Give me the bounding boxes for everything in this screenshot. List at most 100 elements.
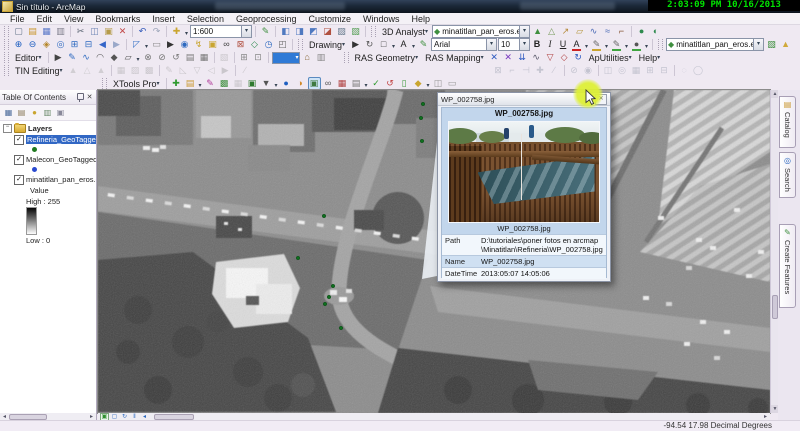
viewer-window-icon[interactable]: ◰ — [276, 38, 289, 51]
toolbar-grip[interactable] — [4, 26, 9, 37]
toolbar-grip[interactable] — [4, 39, 9, 50]
copy-icon[interactable]: ◫ — [88, 25, 101, 38]
xtools-monitor-icon[interactable]: ▣ — [308, 77, 321, 90]
toc-root-layers[interactable]: −Layers — [0, 123, 96, 134]
rotate-icon[interactable]: ↻ — [363, 38, 376, 51]
flow-path-icon[interactable]: ◇ — [558, 51, 571, 64]
tin-editing-menu[interactable]: TIN Editing▾ — [12, 66, 66, 76]
symbol-color-swatch[interactable]: ▾ — [272, 52, 300, 64]
cut-fill-icon[interactable]: ▱ — [573, 25, 586, 38]
layer-checkbox[interactable]: ✓ — [14, 175, 24, 185]
xtools-calculator-icon[interactable]: ▦ — [336, 77, 349, 90]
map-scale-combo[interactable]: 1:600▾ — [190, 25, 252, 38]
sketch-properties-icon[interactable]: ▦ — [198, 51, 211, 64]
search-window-icon[interactable]: ◩ — [307, 25, 320, 38]
reshape-feature-icon[interactable]: ▱▾ — [122, 51, 135, 64]
toc-layer-row[interactable]: ✓minatitlan_pan_eros.ecw — [0, 174, 96, 185]
assign-river-icon[interactable]: ✕ — [488, 51, 501, 64]
time-slider-icon[interactable]: ◷ — [262, 38, 275, 51]
rotate-tool-icon[interactable]: ↺ — [170, 51, 183, 64]
profile-graph-icon[interactable]: ∿ — [587, 25, 600, 38]
collapse-icon[interactable]: − — [3, 124, 12, 133]
3d-analyst-menu[interactable]: 3D Analyst▾ — [379, 27, 431, 37]
catalog-window-icon[interactable]: ◨ — [293, 25, 306, 38]
italic-button[interactable]: I — [544, 38, 556, 51]
fixed-zoom-in-icon[interactable]: ⊞ — [68, 38, 81, 51]
photo-point[interactable] — [331, 284, 335, 288]
underline-button[interactable]: U — [557, 38, 569, 51]
menu-file[interactable]: File — [4, 14, 31, 24]
fixed-zoom-out-icon[interactable]: ⊟ — [82, 38, 95, 51]
back-extent-icon[interactable]: ◀ — [96, 38, 109, 51]
editor-sketch-icon[interactable]: ✎ — [259, 25, 272, 38]
toc-layer-row[interactable]: ✓Refineria_GeoTaggedPho — [0, 134, 96, 145]
interpolate-icon[interactable]: △ — [545, 25, 558, 38]
xtools-export-icon[interactable]: ▣ — [246, 77, 259, 90]
xtools-document-icon[interactable]: ▯ — [398, 77, 411, 90]
photo-point[interactable] — [339, 326, 343, 330]
3d-analyst-layer-combo[interactable]: ◆minatitlan_pan_eros.ecw▾ — [432, 25, 530, 38]
list-by-drawing-order-icon[interactable]: ▦ — [3, 107, 14, 118]
select-elements-icon[interactable]: ▶ — [164, 38, 177, 51]
cross-section-icon[interactable]: ∿ — [530, 51, 543, 64]
split-tool-icon[interactable]: ⊘ — [156, 51, 169, 64]
sketch-tool-icon[interactable]: ✎ — [66, 51, 79, 64]
go-to-xy-icon[interactable]: ⊠ — [234, 38, 247, 51]
list-by-selection-icon[interactable]: ▥ — [42, 107, 53, 118]
delete-icon[interactable]: ✕ — [116, 25, 129, 38]
add-data-icon[interactable]: ✚▾ — [170, 25, 183, 38]
cut-polygons-icon[interactable]: ⊗ — [142, 51, 155, 64]
photo-point[interactable] — [323, 302, 327, 306]
list-by-visibility-icon[interactable]: ● — [29, 107, 40, 118]
xtools-globe-icon[interactable]: ● — [280, 77, 293, 90]
menu-insert[interactable]: Insert — [146, 14, 181, 24]
layer-checkbox[interactable]: ✓ — [14, 135, 24, 145]
xtools-edit-icon[interactable]: ✎ — [204, 77, 217, 90]
globe-view-icon[interactable]: ● — [635, 25, 648, 38]
model-builder-icon[interactable]: ▧ — [349, 25, 362, 38]
cut-icon[interactable]: ✂ — [74, 25, 87, 38]
geotagged-photos-layer-combo[interactable]: ◆minatitlan_pan_eros.ecw▾ — [666, 38, 764, 51]
menu-view[interactable]: View — [58, 14, 89, 24]
xtools-table-icon[interactable]: ▤▾ — [184, 77, 197, 90]
layer-symbol-row[interactable] — [0, 145, 96, 154]
xtools-table2-icon[interactable]: ▤▾ — [350, 77, 363, 90]
photo-point[interactable] — [322, 214, 326, 218]
hillshade-icon[interactable]: ▲ — [779, 38, 792, 51]
edit-vertices-icon[interactable]: ✎ — [417, 38, 430, 51]
create-tin-icon[interactable]: ▲ — [531, 25, 544, 38]
toolbar-grip[interactable] — [371, 26, 376, 37]
photo-point[interactable] — [327, 295, 331, 299]
identify-icon[interactable]: ◉ — [178, 38, 191, 51]
layer-name[interactable]: Malecon_GeoTaggedPho — [26, 155, 96, 164]
select-features-icon[interactable]: ◸▾ — [130, 38, 143, 51]
toc-pin-icon[interactable] — [76, 93, 83, 102]
sketch-trace-icon[interactable]: ∿ — [80, 51, 93, 64]
forward-extent-icon[interactable]: ▶ — [110, 38, 123, 51]
new-document-icon[interactable]: ▢ — [12, 25, 25, 38]
redo-icon[interactable]: ↷ — [150, 25, 163, 38]
xtools-menu-icon[interactable]: ▼▾ — [260, 77, 273, 90]
line-color-icon[interactable]: ✎▾ — [610, 38, 623, 51]
toolbar-grip[interactable] — [344, 52, 349, 63]
xtools-grid-icon[interactable]: ▩ — [218, 77, 231, 90]
label-manager-icon[interactable]: ▥ — [315, 51, 328, 64]
drawing-menu[interactable]: Drawing▾ — [306, 40, 348, 50]
arctoolbox-window-icon[interactable]: ◪ — [321, 25, 334, 38]
zoom-out-icon[interactable]: ⊖ — [26, 38, 39, 51]
drawing-select-icon[interactable]: ▶ — [349, 38, 362, 51]
save-icon[interactable]: ▦ — [40, 25, 53, 38]
menu-help[interactable]: Help — [406, 14, 437, 24]
layer-name[interactable]: Refineria_GeoTaggedPho — [26, 135, 96, 144]
toolbar-grip[interactable] — [4, 52, 9, 63]
shape-tool-icon[interactable]: □▾ — [377, 38, 390, 51]
print-icon[interactable]: ▥ — [54, 25, 67, 38]
menu-selection[interactable]: Selection — [181, 14, 230, 24]
arcglobe-icon[interactable]: ◐ — [649, 25, 662, 38]
photo-point[interactable] — [421, 102, 425, 106]
bold-button[interactable]: B — [531, 38, 543, 51]
map-canvas[interactable] — [98, 90, 770, 413]
dock-tab-search[interactable]: ◎Search — [779, 152, 796, 198]
assign-reach-icon[interactable]: ✕ — [502, 51, 515, 64]
html-popup-icon[interactable]: ▣ — [206, 38, 219, 51]
